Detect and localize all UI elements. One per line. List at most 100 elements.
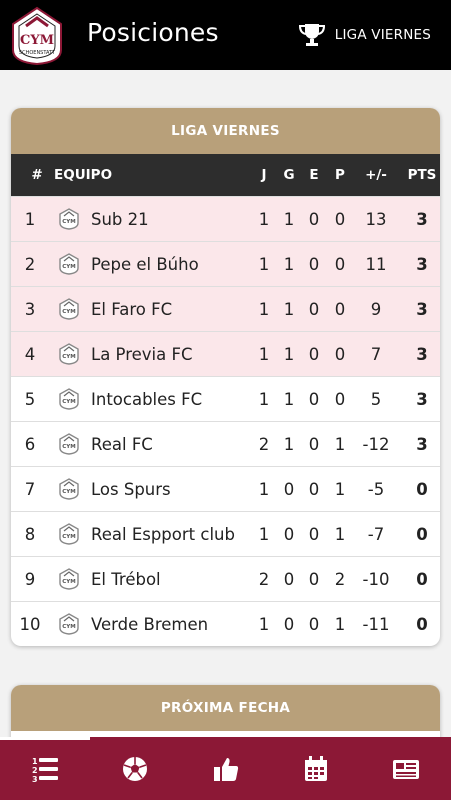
row-team-name: Real FC [91,435,153,454]
table-row[interactable]: 2 CYM Pepe el Búho 1 1 0 0 11 3 [11,241,440,286]
row-team-name: El Faro FC [91,300,173,319]
row-drawn: 0 [308,434,320,454]
row-lost: 1 [334,479,346,499]
row-played: 2 [258,569,270,589]
row-won: 0 [283,614,295,634]
svg-text:SCHOENSTATT: SCHOENSTATT [19,50,56,56]
row-position: 6 [24,434,36,454]
row-played: 1 [258,614,270,634]
table-row[interactable]: 10 CYM Verde Bremen 1 0 0 1 -11 0 [11,601,440,646]
row-team-name: Los Spurs [91,480,171,499]
nav-standings-list[interactable]: 123 [0,737,91,800]
svg-text:CYM: CYM [62,264,76,270]
row-lost: 0 [334,344,346,364]
bottom-navigation: 123 [0,737,451,800]
row-team-name: La Previa FC [91,345,193,364]
team-crest-icon: CYM [58,377,80,421]
league-selector-label: LIGA VIERNES [334,27,431,43]
team-crest-icon: CYM [58,197,80,241]
row-position: 4 [24,344,36,364]
svg-text:CYM: CYM [62,399,76,405]
row-played: 1 [258,479,270,499]
row-position: 5 [24,389,36,409]
row-goal-difference: -12 [362,434,390,454]
row-lost: 0 [334,389,346,409]
row-won: 1 [283,344,295,364]
row-won: 1 [283,254,295,274]
content-area[interactable]: LIGA VIERNES # EQUIPO J G E P +/- PTS 1 C… [0,70,451,737]
row-points: 0 [416,524,428,544]
row-team-name: El Trébol [91,570,161,589]
svg-text:CYM: CYM [62,219,76,225]
nav-thumbs-up[interactable] [180,737,270,800]
row-position: 10 [19,614,41,634]
col-goal-difference: +/- [365,167,387,183]
table-row[interactable]: 4 CYM La Previa FC 1 1 0 0 7 3 [11,331,440,376]
table-row[interactable]: 9 CYM El Trébol 2 0 0 2 -10 0 [11,556,440,601]
row-team-name: Sub 21 [91,210,149,229]
svg-text:CYM: CYM [62,534,76,540]
col-played: J [261,167,267,183]
team-crest-icon: CYM [58,332,80,376]
row-goal-difference: 13 [365,209,387,229]
table-row[interactable]: 6 CYM Real FC 2 1 0 1 -12 3 [11,421,440,466]
table-row[interactable]: 5 CYM Intocables FC 1 1 0 0 5 3 [11,376,440,421]
table-row[interactable]: 3 CYM El Faro FC 1 1 0 0 9 3 [11,286,440,331]
col-lost: P [335,167,345,183]
row-lost: 0 [334,299,346,319]
row-points: 3 [416,344,428,364]
row-position: 1 [24,209,36,229]
svg-text:3: 3 [32,775,38,784]
row-points: 3 [416,254,428,274]
table-row[interactable]: 1 CYM Sub 21 1 1 0 0 13 3 [11,196,440,241]
nav-news[interactable] [361,737,451,800]
standings-title: LIGA VIERNES [11,108,440,154]
row-won: 1 [283,299,295,319]
row-points: 3 [416,389,428,409]
svg-text:CYM: CYM [62,309,76,315]
row-points: 3 [416,209,428,229]
row-drawn: 0 [308,344,320,364]
row-points: 0 [416,569,428,589]
team-crest-icon: CYM [58,422,80,466]
row-position: 9 [24,569,36,589]
row-goal-difference: -11 [362,614,390,634]
row-goal-difference: 7 [370,344,382,364]
standings-table-header: # EQUIPO J G E P +/- PTS [11,154,440,196]
row-lost: 0 [334,209,346,229]
svg-text:CYM: CYM [62,444,76,450]
row-played: 1 [258,389,270,409]
col-position: # [31,167,43,183]
row-lost: 2 [334,569,346,589]
row-drawn: 0 [308,254,320,274]
row-team-name: Real Espport club [91,525,235,544]
nav-soccer-ball[interactable] [90,737,180,800]
app-header: CYM SCHOENSTATT Posiciones LIGA VIERNES [0,0,451,70]
row-goal-difference: -10 [362,569,390,589]
col-drawn: E [309,167,319,183]
row-team-name: Intocables FC [91,390,203,409]
league-selector-button[interactable]: LIGA VIERNES [297,22,431,48]
row-position: 3 [24,299,36,319]
soccer-ball-icon [120,754,150,784]
table-row[interactable]: 8 CYM Real Espport club 1 0 0 1 -7 0 [11,511,440,556]
table-row[interactable]: 7 CYM Los Spurs 1 0 0 1 -5 0 [11,466,440,511]
col-team: EQUIPO [54,167,113,183]
row-goal-difference: 5 [370,389,382,409]
row-played: 2 [258,434,270,454]
svg-text:CYM: CYM [62,354,76,360]
next-round-title: PRÓXIMA FECHA [11,685,440,731]
next-round-card[interactable]: PRÓXIMA FECHA [11,685,440,737]
thumbs-up-icon [211,754,241,784]
row-drawn: 0 [308,569,320,589]
standings-card: LIGA VIERNES # EQUIPO J G E P +/- PTS 1 C… [11,108,440,646]
svg-text:CYM: CYM [62,624,76,630]
team-crest-icon: CYM [58,242,80,286]
row-drawn: 0 [308,299,320,319]
calendar-icon [301,754,331,784]
row-drawn: 0 [308,479,320,499]
nav-calendar[interactable] [271,737,361,800]
row-played: 1 [258,254,270,274]
row-won: 0 [283,479,295,499]
club-logo: CYM SCHOENSTATT [12,6,62,66]
